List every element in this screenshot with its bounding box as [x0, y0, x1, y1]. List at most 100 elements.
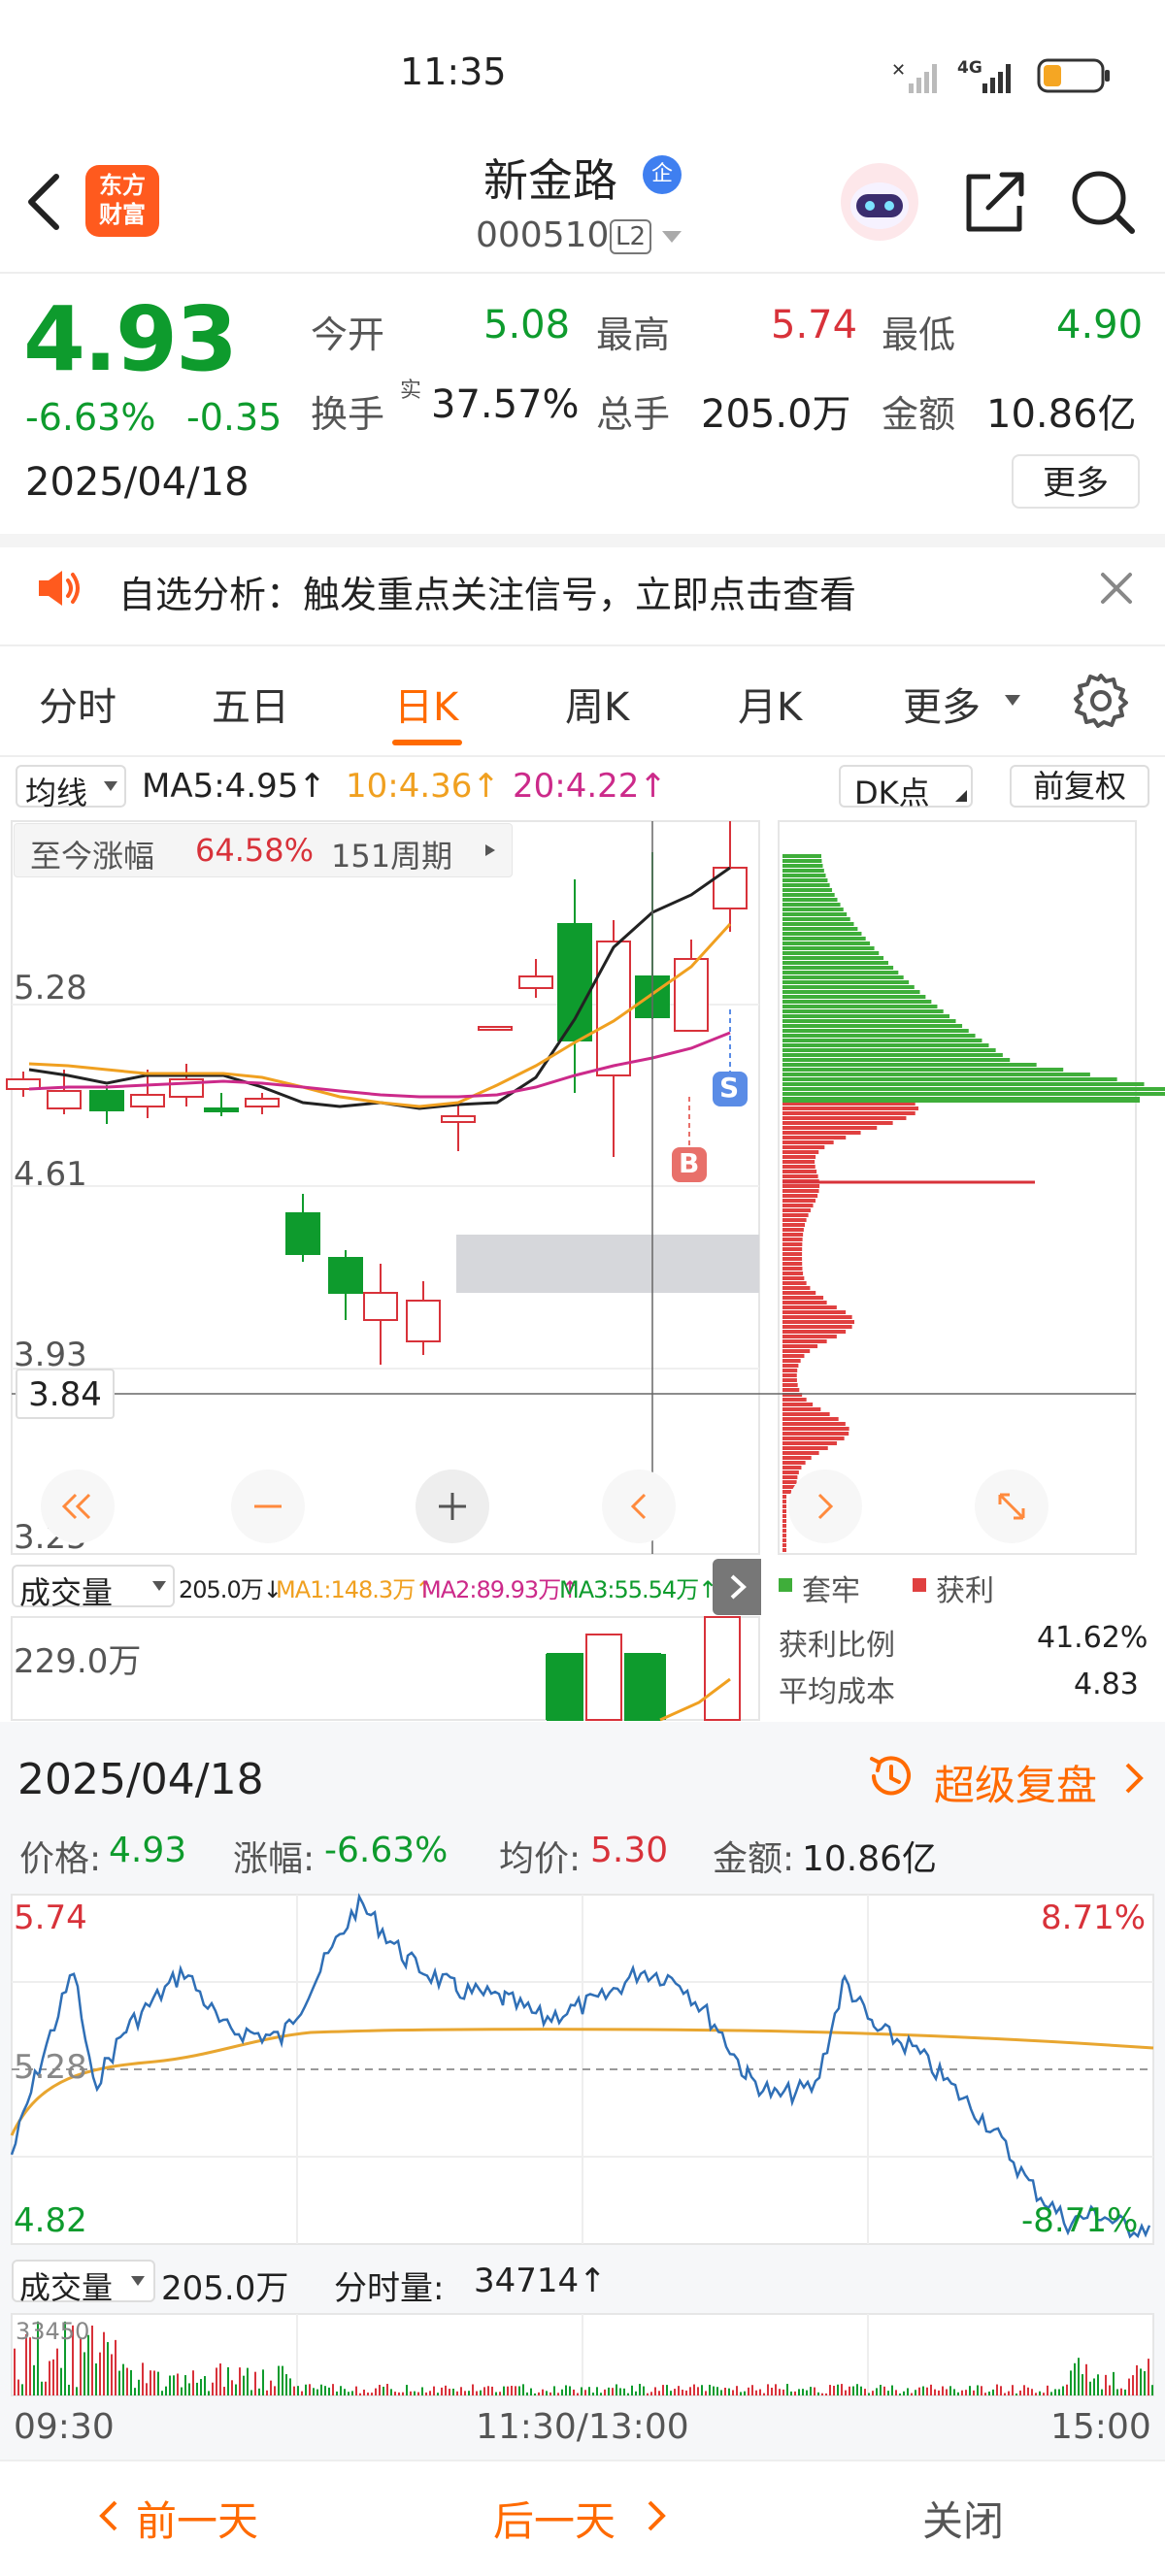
code-dropdown-icon[interactable]: [660, 229, 683, 248]
intraday-volume-bar: [1043, 2393, 1045, 2395]
stock-name: 新金路: [483, 154, 617, 207]
intraday-volume-bar: [825, 2393, 827, 2395]
intraday-volume-select[interactable]: 成交量: [12, 2260, 155, 2306]
replay-clock-icon[interactable]: [864, 1749, 918, 1807]
intraday-volume-bar: [103, 2331, 105, 2395]
back-icon[interactable]: [21, 171, 66, 237]
intraday-volume-bar: [782, 2389, 784, 2395]
intraday-y-bot: 4.82: [14, 2201, 87, 2240]
tab-monthly-k[interactable]: 月K: [738, 676, 802, 732]
chip-bar: [782, 1373, 797, 1377]
settings-gear-icon[interactable]: [1072, 672, 1130, 734]
intraday-volume-bar: [973, 2390, 975, 2395]
since-gain-badge[interactable]: 至今涨幅 64.58% 151周期: [14, 823, 513, 877]
intraday-volume-bar: [1054, 2389, 1056, 2395]
chip-bar: [782, 1504, 786, 1508]
next-day-button[interactable]: 后一天: [493, 2485, 687, 2545]
low-value: 4.90: [1056, 303, 1144, 347]
indicator-select[interactable]: 均线: [16, 765, 126, 811]
volume-indicator-select[interactable]: 成交量: [12, 1565, 175, 1611]
move-left-button[interactable]: [602, 1470, 676, 1543]
robot-assistant-icon[interactable]: [839, 161, 920, 247]
intraday-volume-bar: [235, 2384, 237, 2395]
tab-daily-k[interactable]: 日K: [394, 676, 458, 732]
kline-chart[interactable]: [0, 815, 1165, 1563]
intraday-volume-bar: [542, 2389, 544, 2395]
super-replay-button[interactable]: 超级复盘: [934, 1753, 1097, 1812]
dk-point-toggle[interactable]: DK点: [839, 765, 973, 811]
candle-body: [245, 1098, 280, 1107]
notice-text[interactable]: 自选分析：触发重点关注信号，立即点击查看: [118, 565, 856, 618]
volume-chart: [11, 1616, 760, 1722]
search-icon[interactable]: [1068, 167, 1138, 241]
intraday-volume-bar: [410, 2391, 412, 2395]
volume-expand-button[interactable]: [713, 1559, 761, 1615]
chip-bar: [782, 917, 850, 921]
network-label: 4G: [957, 58, 982, 78]
intraday-volume-bar: [895, 2390, 897, 2395]
chip-bar: [782, 1281, 807, 1285]
since-gain-value: 64.58%: [195, 832, 315, 869]
intraday-volume-bar: [1035, 2393, 1037, 2395]
chip-bar: [782, 1267, 803, 1271]
volume-indicator-label: 成交量: [19, 1574, 114, 1611]
intraday-volume-bar: [907, 2388, 909, 2395]
zoom-in-button[interactable]: [416, 1470, 489, 1543]
intraday-volume-bar: [701, 2385, 703, 2395]
intraday-chart[interactable]: [0, 1893, 1165, 2252]
chip-bar: [782, 888, 833, 892]
notice-close-icon[interactable]: [1097, 569, 1136, 611]
intraday-volume-bar: [627, 2393, 629, 2395]
intraday-volume-bar: [1023, 2385, 1025, 2395]
close-button[interactable]: 关闭: [922, 2489, 1004, 2548]
price-adjust-button[interactable]: 前复权: [1010, 765, 1149, 808]
intraday-volume-bar: [1031, 2389, 1033, 2395]
chip-bar: [782, 1048, 996, 1052]
intraday-volume-bar: [359, 2393, 361, 2395]
zoom-out-button[interactable]: [231, 1470, 305, 1543]
next-day-label: 后一天: [493, 2497, 616, 2545]
chip-bar: [782, 869, 824, 873]
intraday-volume-bar: [573, 2389, 575, 2395]
chip-bar: [782, 1087, 1165, 1091]
intraday-volume-bar: [1082, 2374, 1083, 2395]
chip-bar: [782, 1529, 786, 1533]
chip-bar: [782, 1524, 786, 1528]
zoom-fast-left-button[interactable]: [41, 1470, 115, 1543]
intraday-volume-bar: [491, 2386, 493, 2395]
candle-body: [557, 923, 592, 1041]
intraday-volume-bar: [647, 2393, 649, 2395]
tab-intraday[interactable]: 分时: [39, 676, 116, 732]
intraday-volume-bar: [588, 2387, 590, 2395]
intraday-volume-bar: [371, 2393, 373, 2395]
high-label: 最高: [596, 314, 671, 356]
move-right-button[interactable]: [788, 1470, 862, 1543]
intraday-tick-volume: 34714↑: [474, 2262, 607, 2300]
intraday-volume-bar: [406, 2385, 408, 2395]
more-button[interactable]: 更多: [1012, 454, 1140, 509]
time-end: 15:00: [1050, 2407, 1151, 2447]
chip-bar: [782, 1271, 804, 1275]
intraday-volume-bar: [316, 2389, 318, 2395]
chip-bar: [782, 1339, 827, 1343]
chip-bar: [782, 1291, 816, 1295]
tab-five-day[interactable]: 五日: [212, 676, 289, 732]
share-icon[interactable]: [961, 167, 1029, 241]
intraday-volume-bar: [635, 2391, 637, 2395]
intraday-date: 2025/04/18: [17, 1755, 264, 1804]
tab-more[interactable]: 更多: [903, 676, 981, 732]
intraday-volume-bar: [1132, 2375, 1134, 2395]
intraday-volume-bar: [126, 2367, 128, 2395]
chip-bar: [782, 1029, 969, 1033]
intraday-volume-bar: [798, 2389, 800, 2395]
intraday-volume-bar: [821, 2393, 823, 2395]
chip-bar: [782, 1242, 803, 1246]
tab-weekly-k[interactable]: 周K: [565, 676, 629, 732]
intraday-volume-bar: [616, 2384, 617, 2395]
fullscreen-button[interactable]: [975, 1470, 1048, 1543]
chip-bar: [782, 1043, 989, 1047]
intraday-volume-bar: [1004, 2393, 1006, 2395]
intraday-volume-bar: [771, 2388, 773, 2395]
intraday-volume-bar: [841, 2384, 843, 2395]
chip-bar: [782, 995, 926, 999]
